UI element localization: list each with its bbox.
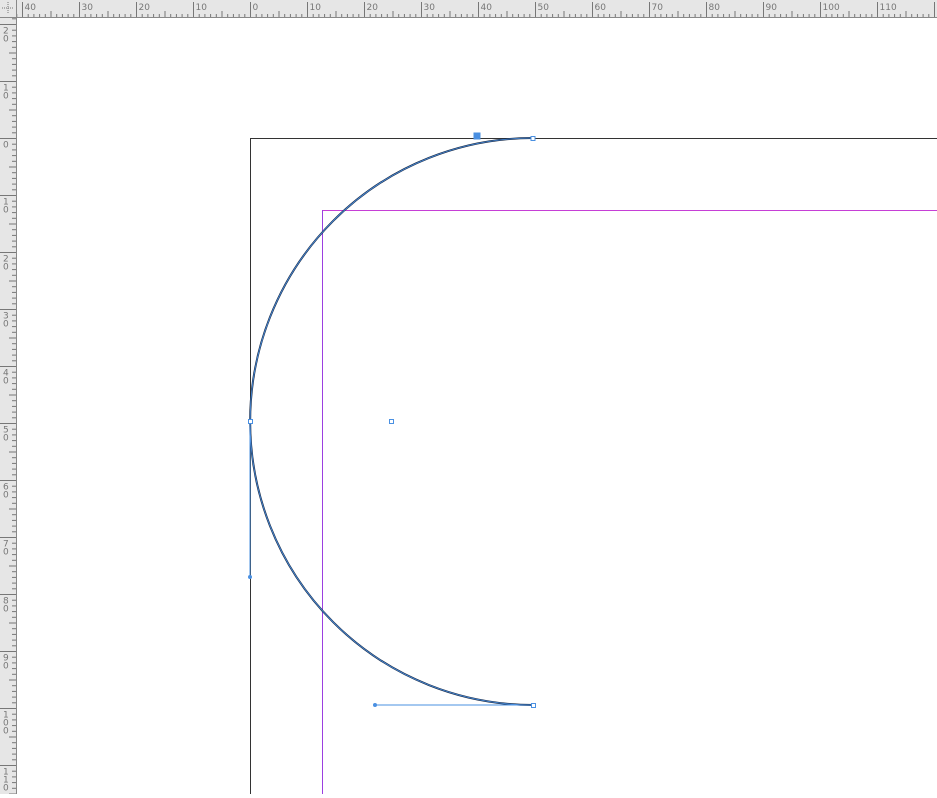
ruler-label: 30 (82, 3, 94, 13)
ruler-label: 100 (823, 3, 840, 13)
selection-handle[interactable] (474, 133, 481, 140)
ruler-label: 10 (310, 3, 322, 13)
arc-path-selection (250, 138, 533, 705)
anchor-point-left[interactable] (249, 420, 253, 424)
ruler-label: 80 (3, 597, 9, 615)
vertical-ruler[interactable]: 20100102030405060708090100110 (0, 0, 17, 794)
ruler-label: 70 (3, 540, 9, 558)
ruler-label: 90 (766, 3, 778, 13)
document-canvas (0, 0, 937, 794)
center-point[interactable] (390, 420, 394, 424)
ruler-label: 40 (25, 3, 37, 13)
ruler-label: 20 (3, 27, 9, 45)
anchor-point-bottom[interactable] (532, 704, 536, 708)
ruler-label: 50 (3, 426, 9, 444)
ruler-label: 10 (196, 3, 208, 13)
ruler-label: 40 (481, 3, 493, 13)
ruler-label: 20 (3, 255, 9, 273)
ruler-label: 0 (3, 141, 9, 151)
anchor-point-top[interactable] (531, 137, 535, 141)
ruler-origin-corner[interactable] (0, 0, 17, 18)
direction-handle-point[interactable] (248, 575, 252, 579)
ruler-label: 10 (3, 84, 9, 102)
ruler-label: 60 (595, 3, 607, 13)
ruler-label: 70 (652, 3, 664, 13)
ruler-label: 100 (3, 711, 9, 737)
ruler-label: 50 (538, 3, 550, 13)
ruler-label: 30 (3, 312, 9, 330)
ruler-label: 40 (3, 369, 9, 387)
ruler-label: 80 (709, 3, 721, 13)
ruler-label: 10 (3, 198, 9, 216)
ruler-label: 20 (367, 3, 379, 13)
horizontal-ruler[interactable]: 403020100102030405060708090100110120 (0, 0, 937, 18)
ruler-label: 90 (3, 654, 9, 672)
direction-handle-point[interactable] (373, 703, 377, 707)
ruler-label: 110 (3, 768, 9, 794)
ruler-label: 0 (253, 3, 259, 13)
vertical-ruler-ticks: 20100102030405060708090100110 (0, 0, 17, 794)
ruler-label: 30 (424, 3, 436, 13)
ruler-label: 60 (3, 483, 9, 501)
ruler-label: 110 (880, 3, 897, 13)
horizontal-ruler-ticks: 403020100102030405060708090100110120 (0, 0, 937, 18)
ruler-label: 20 (139, 3, 151, 13)
arc-path[interactable] (250, 138, 533, 705)
